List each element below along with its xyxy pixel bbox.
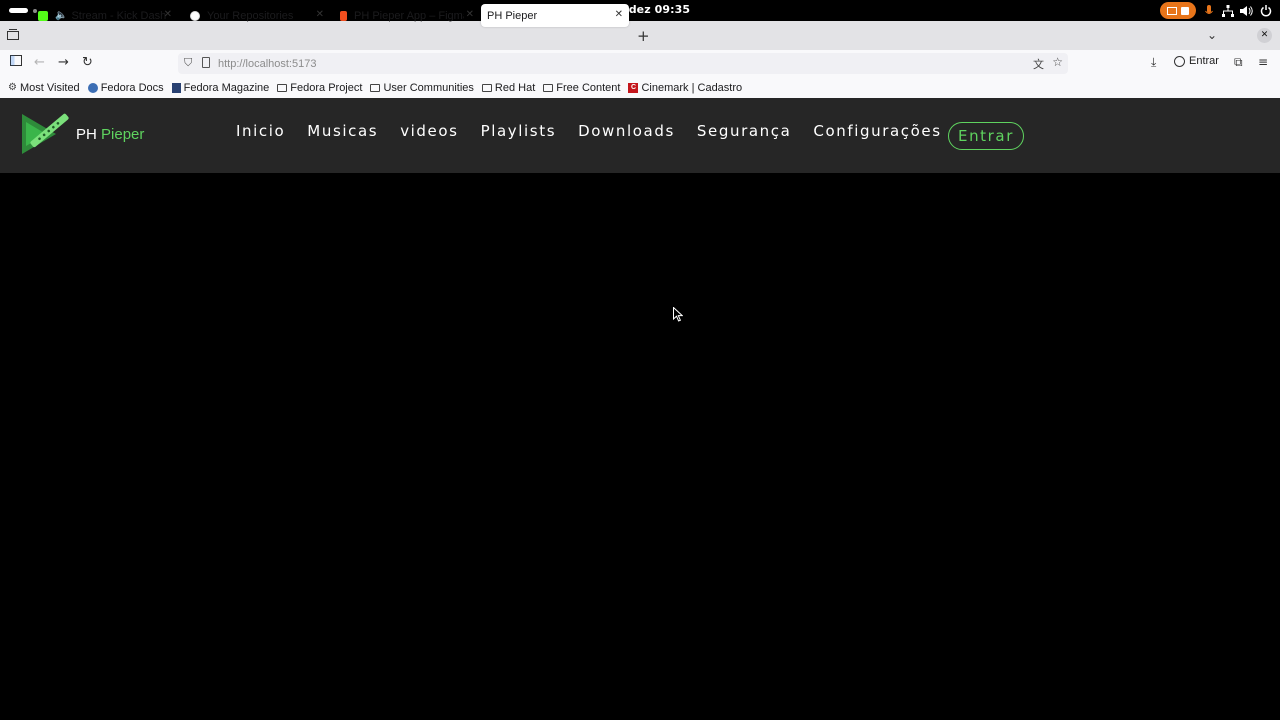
tab-kick-dashboard[interactable]: 🔈 Stream - Kick Dashb ✕ bbox=[30, 4, 178, 27]
bookmark-free-content[interactable]: Free Content bbox=[543, 82, 620, 94]
screencast-icon bbox=[1167, 6, 1177, 15]
browser-nav-bar: ← → ↻ ⛉ 文 ☆ ⤓ Entrar ⧉ ≡ bbox=[0, 50, 1280, 77]
translate-icon[interactable]: 文 bbox=[1033, 56, 1044, 72]
tab-list-icon[interactable] bbox=[7, 29, 19, 43]
new-tab-icon[interactable]: + bbox=[637, 27, 650, 45]
bookmark-label: Fedora Project bbox=[290, 81, 363, 94]
magazine-icon bbox=[171, 82, 181, 93]
menu-item-musicas[interactable]: Musicas bbox=[307, 122, 378, 140]
bookmarks-bar: ⚙ Most Visited Fedora Docs Fedora Magazin… bbox=[0, 77, 1280, 98]
sidebar-toggle-icon[interactable] bbox=[10, 55, 22, 70]
logo-prefix: PH bbox=[76, 125, 97, 143]
bookmark-label: Free Content bbox=[556, 81, 621, 94]
menu-item-seguranca[interactable]: Segurança bbox=[697, 122, 791, 140]
power-icon[interactable] bbox=[1259, 4, 1272, 17]
tracking-protection-icon[interactable]: ⛉ bbox=[184, 56, 192, 70]
folder-icon bbox=[370, 83, 381, 92]
bookmark-cinemark[interactable]: C Cinemark | Cadastro bbox=[628, 82, 742, 94]
menu-item-videos[interactable]: videos bbox=[400, 122, 458, 140]
logo-suffix: Pieper bbox=[101, 125, 145, 143]
bookmark-fedora-docs[interactable]: Fedora Docs bbox=[87, 81, 164, 94]
close-tab-icon[interactable]: ✕ bbox=[466, 9, 474, 20]
menu-item-configuracoes[interactable]: Configurações bbox=[813, 122, 941, 140]
login-button[interactable]: Entrar bbox=[948, 122, 1024, 150]
site-logo[interactable]: PH Pieper bbox=[20, 110, 144, 158]
close-tab-icon[interactable]: ✕ bbox=[316, 9, 324, 20]
menu-item-downloads[interactable]: Downloads bbox=[578, 122, 675, 140]
chevron-down-icon[interactable]: ⌄ bbox=[1207, 28, 1217, 42]
close-tab-icon[interactable]: ✕ bbox=[164, 9, 172, 20]
bookmark-label: User Communities bbox=[383, 81, 474, 94]
folder-icon bbox=[277, 83, 288, 92]
hamburger-menu-icon[interactable]: ≡ bbox=[1258, 55, 1268, 69]
back-icon[interactable]: ← bbox=[34, 55, 45, 70]
mouse-cursor-icon bbox=[673, 307, 683, 322]
tab-figma[interactable]: PH Pieper App – Figma ✕ bbox=[332, 4, 480, 27]
stop-recording-icon bbox=[1181, 6, 1189, 15]
page-info-icon[interactable] bbox=[202, 57, 210, 68]
forward-icon[interactable]: → bbox=[58, 55, 69, 70]
page-content: PH Pieper Inicio Musicas videos Playlist… bbox=[0, 98, 1280, 720]
folder-icon bbox=[481, 83, 492, 92]
cinemark-icon: C bbox=[628, 82, 639, 93]
extensions-icon[interactable]: ⧉ bbox=[1234, 55, 1243, 70]
tab-label: Your Repositories bbox=[207, 9, 294, 22]
downloads-icon[interactable]: ⤓ bbox=[1151, 55, 1156, 70]
tab-your-repositories[interactable]: Your Repositories ✕ bbox=[182, 4, 330, 27]
figma-icon bbox=[340, 10, 347, 21]
bookmark-label: Red Hat bbox=[494, 81, 536, 94]
github-icon bbox=[190, 10, 200, 21]
tab-ph-pieper[interactable]: PH Pieper ✕ bbox=[481, 4, 629, 27]
menu-item-inicio[interactable]: Inicio bbox=[236, 122, 285, 140]
bookmark-most-visited[interactable]: ⚙ Most Visited bbox=[8, 82, 80, 94]
fedora-icon bbox=[87, 82, 98, 93]
bookmark-user-communities[interactable]: User Communities bbox=[370, 81, 474, 94]
tab-label: Stream - Kick Dashb bbox=[71, 9, 168, 22]
menu-item-playlists[interactable]: Playlists bbox=[481, 122, 557, 140]
kick-icon bbox=[38, 10, 48, 21]
url-input[interactable] bbox=[218, 55, 998, 72]
tab-label: PH Pieper App – Figma bbox=[354, 9, 464, 22]
tab-label: PH Pieper bbox=[487, 9, 538, 22]
play-flute-logo-icon bbox=[22, 113, 69, 154]
folder-icon bbox=[543, 83, 554, 92]
account-button[interactable]: Entrar bbox=[1174, 55, 1219, 67]
reload-icon[interactable]: ↻ bbox=[82, 55, 93, 70]
system-tray bbox=[1160, 2, 1272, 19]
gear-icon: ⚙ bbox=[8, 82, 17, 93]
site-header: PH Pieper Inicio Musicas videos Playlist… bbox=[0, 98, 1280, 173]
close-tab-icon[interactable]: ✕ bbox=[615, 9, 623, 20]
volume-icon[interactable] bbox=[1240, 4, 1253, 17]
site-main-menu: Inicio Musicas videos Playlists Download… bbox=[236, 122, 942, 140]
bookmark-fedora-magazine[interactable]: Fedora Magazine bbox=[171, 81, 270, 94]
bookmark-red-hat[interactable]: Red Hat bbox=[481, 81, 536, 94]
site-logo-text: PH Pieper bbox=[76, 126, 144, 143]
bookmark-star-icon[interactable]: ☆ bbox=[1052, 55, 1063, 69]
url-bar[interactable]: ⛉ 文 ☆ bbox=[178, 53, 1068, 74]
bookmark-label: Fedora Magazine bbox=[183, 81, 270, 94]
bookmark-label: Fedora Docs bbox=[100, 81, 164, 94]
bookmark-fedora-project[interactable]: Fedora Project bbox=[277, 82, 362, 94]
bookmark-label: Most Visited bbox=[19, 81, 80, 94]
account-label: Entrar bbox=[1189, 55, 1219, 67]
microphone-icon[interactable] bbox=[1202, 4, 1215, 17]
speaker-icon[interactable]: 🔈 bbox=[55, 10, 67, 21]
network-icon[interactable] bbox=[1221, 4, 1234, 17]
bookmark-label: Cinemark | Cadastro bbox=[641, 81, 743, 94]
window-close-icon[interactable]: ✕ bbox=[1257, 28, 1272, 43]
screen-recording-indicator[interactable] bbox=[1160, 2, 1196, 19]
account-icon bbox=[1174, 55, 1185, 67]
